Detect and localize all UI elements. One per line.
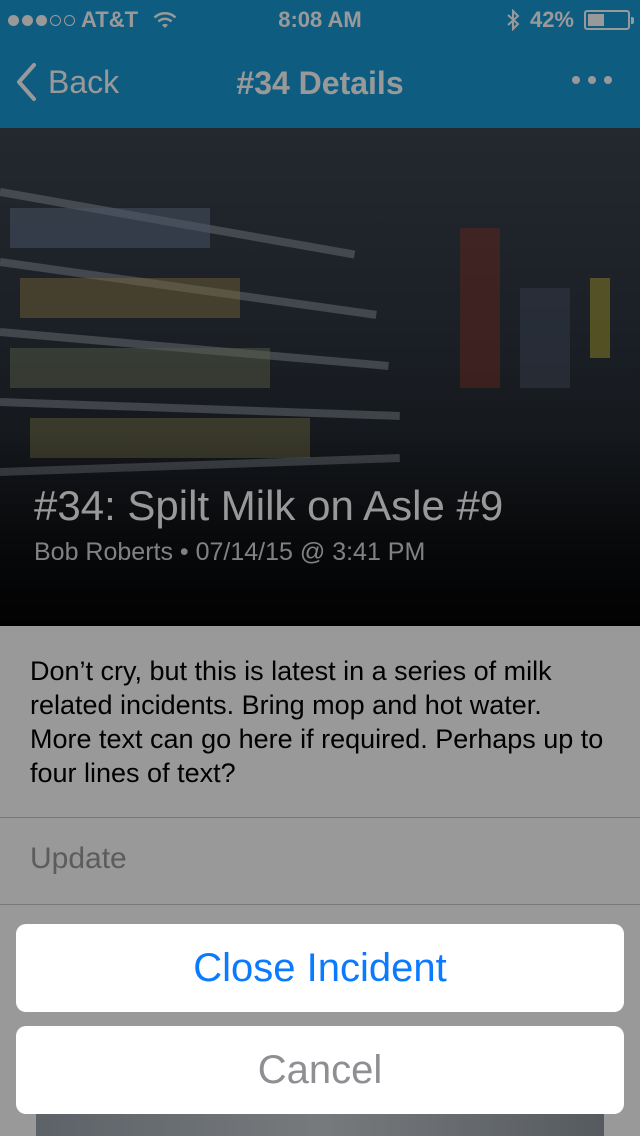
cancel-button[interactable]: Cancel (16, 1026, 624, 1114)
close-incident-button[interactable]: Close Incident (16, 924, 624, 1012)
